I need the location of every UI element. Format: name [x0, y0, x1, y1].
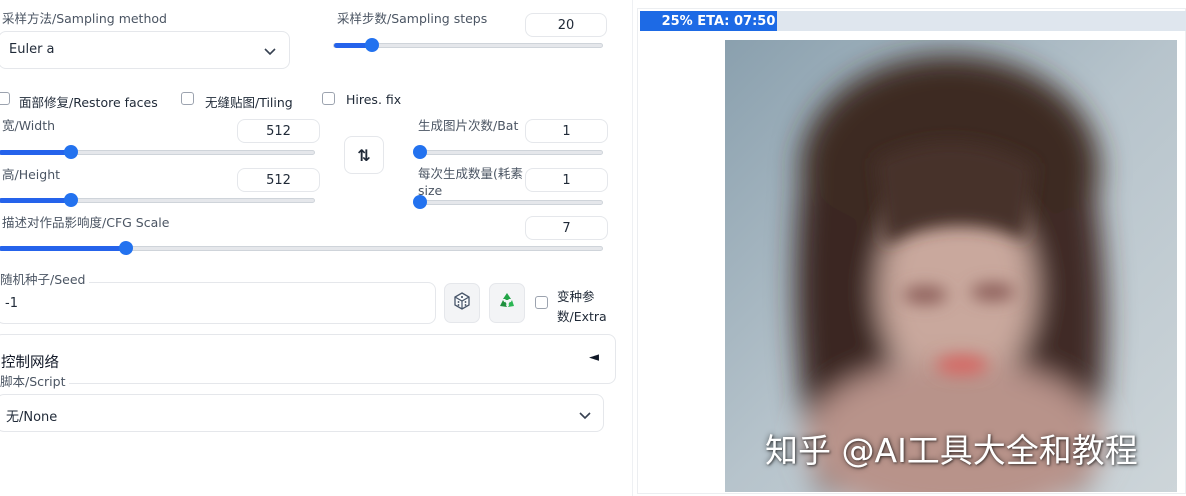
- extra-label-2: 数/Extra: [557, 309, 607, 324]
- width-input[interactable]: 512: [237, 119, 320, 143]
- random-seed-button[interactable]: [444, 283, 480, 323]
- cfg-scale-label: 描述对作品影响度/CFG Scale: [2, 215, 170, 230]
- sampling-steps-slider[interactable]: [333, 38, 603, 52]
- width-slider[interactable]: [0, 145, 315, 159]
- accordion-toggle-icon[interactable]: ◄: [589, 350, 599, 365]
- restore-faces-checkbox[interactable]: [0, 92, 10, 105]
- sampling-steps-label: 采样步数/Sampling steps: [337, 11, 488, 26]
- reuse-seed-button[interactable]: [489, 283, 525, 323]
- slider-thumb[interactable]: [413, 145, 427, 159]
- chevron-down-icon: [263, 43, 277, 62]
- recycle-icon: [496, 290, 518, 316]
- tiling-checkbox[interactable]: [181, 92, 194, 105]
- slider-fill: [0, 246, 126, 251]
- batch-count-slider[interactable]: [413, 145, 603, 159]
- cfg-scale-slider[interactable]: [0, 241, 603, 255]
- slider-thumb[interactable]: [118, 241, 133, 255]
- height-input[interactable]: 512: [237, 168, 320, 192]
- batch-size-label: 每次生成数量(耗素: [418, 167, 523, 181]
- seed-value: -1: [5, 296, 18, 311]
- seed-label: 随机种子/Seed: [0, 273, 90, 287]
- sampling-steps-input[interactable]: 20: [525, 13, 607, 37]
- progress-bar: 25% ETA: 07:50: [640, 11, 1186, 31]
- slider-fill: [0, 150, 72, 155]
- sampling-method-label: 采样方法/Sampling method: [2, 11, 167, 26]
- preview-image[interactable]: 知乎 @AI工具大全和教程: [725, 40, 1177, 492]
- restore-faces-label: 面部修复/Restore faces: [19, 95, 158, 110]
- seed-input[interactable]: -1: [0, 282, 436, 324]
- sampling-method-dropdown[interactable]: Euler a: [0, 31, 290, 69]
- swap-icon: ⇅: [357, 145, 371, 165]
- tiling-label: 无缝贴图/Tiling: [205, 95, 293, 110]
- batch-count-input[interactable]: 1: [525, 119, 608, 143]
- controlnet-accordion[interactable]: 控制网络 ◄: [0, 334, 616, 384]
- height-label: 高/Height: [2, 167, 61, 182]
- controlnet-label: 控制网络: [1, 355, 59, 371]
- hires-fix-checkbox[interactable]: [322, 92, 335, 105]
- script-dropdown[interactable]: 无/None: [0, 394, 604, 432]
- slider-thumb[interactable]: [64, 145, 79, 159]
- slider-fill: [0, 198, 72, 203]
- extra-checkbox[interactable]: [535, 296, 548, 309]
- hires-fix-label: Hires. fix: [346, 92, 402, 107]
- progress-text: 25% ETA: 07:50: [661, 14, 776, 29]
- width-label: 宽/Width: [2, 118, 56, 133]
- slider-thumb[interactable]: [64, 193, 79, 207]
- batch-count-label: 生成图片次数/Bat: [418, 119, 519, 133]
- script-value: 无/None: [6, 410, 58, 425]
- chevron-down-icon: [578, 407, 592, 426]
- watermark: 知乎 @AI工具大全和教程: [765, 431, 1138, 470]
- script-label: 脚本/Script: [0, 375, 70, 389]
- batch-size-slider[interactable]: [413, 195, 603, 209]
- dice-icon: [452, 291, 472, 315]
- swap-dimensions-button[interactable]: ⇅: [344, 136, 384, 174]
- height-slider[interactable]: [0, 193, 315, 207]
- panel-divider: [632, 0, 633, 496]
- slider-thumb[interactable]: [364, 38, 379, 52]
- sampling-method-value: Euler a: [9, 42, 55, 57]
- cfg-scale-input[interactable]: 7: [525, 216, 608, 240]
- slider-thumb[interactable]: [413, 195, 427, 209]
- batch-size-input[interactable]: 1: [525, 168, 608, 192]
- extra-label: 变种参: [557, 289, 595, 304]
